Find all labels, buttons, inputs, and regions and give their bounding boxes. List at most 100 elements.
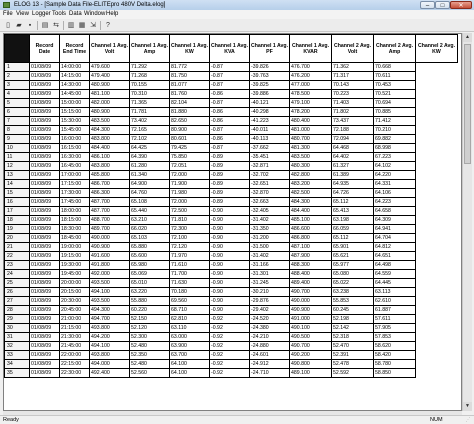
table-cell[interactable]: 70.143	[331, 80, 374, 90]
table-cell[interactable]: 72.000	[169, 197, 210, 207]
maximize-button[interactable]: □	[435, 1, 450, 9]
menu-view[interactable]: View	[16, 10, 29, 19]
table-cell[interactable]: 64.559	[373, 269, 416, 279]
table-cell[interactable]: 72.000	[169, 170, 210, 180]
table-cell[interactable]: 17:30:00	[59, 188, 90, 198]
table-cell[interactable]: -0.92	[209, 368, 250, 378]
table-cell[interactable]: 64.100	[169, 368, 210, 378]
table-cell[interactable]: 483.500	[89, 116, 130, 126]
table-cell[interactable]: 64.498	[373, 260, 416, 270]
graph-icon[interactable]: ▥	[66, 21, 76, 30]
column-header[interactable]: Channel 1 Avg. KVAR	[289, 34, 332, 63]
table-cell[interactable]: -39.825	[249, 80, 290, 90]
table-cell[interactable]: 489.700	[89, 224, 130, 234]
table-cell[interactable]: -0.86	[209, 89, 250, 99]
row-header[interactable]: 30	[4, 323, 30, 333]
table-cell[interactable]: 492.000	[89, 269, 130, 279]
table-cell[interactable]: 481.000	[289, 125, 332, 135]
table-cell[interactable]: 81.760	[169, 89, 210, 99]
table-cell[interactable]: 71.412	[373, 116, 416, 126]
row-header[interactable]: 26	[4, 287, 30, 297]
table-cell[interactable]: 65.022	[331, 278, 374, 288]
table-cell[interactable]: 01/08/09	[29, 341, 60, 351]
table-cell[interactable]: 01/08/09	[29, 215, 60, 225]
table-cell[interactable]: -0.86	[209, 134, 250, 144]
row-header[interactable]: 17	[4, 206, 30, 216]
table-cell[interactable]: 81.880	[169, 107, 210, 117]
table-cell[interactable]: 01/08/09	[29, 224, 60, 234]
row-header[interactable]: 12	[4, 161, 30, 171]
table-cell[interactable]: 493.800	[89, 350, 130, 360]
table-cell[interactable]: 64.425	[129, 143, 170, 153]
table-cell[interactable]: 64.651	[373, 251, 416, 261]
column-header[interactable]: Channel 1 Avg. Volt	[89, 34, 130, 63]
table-cell[interactable]: 17:15:00	[59, 179, 90, 189]
row-header[interactable]: 7	[4, 116, 30, 126]
table-cell[interactable]: -24.520	[249, 314, 290, 324]
row-header[interactable]: 23	[4, 260, 30, 270]
table-row[interactable]: 30 01/08/09 21:15:00 493.800 52.120 63.110 -0.…	[4, 323, 458, 333]
table-cell[interactable]: 15:45:00	[59, 125, 90, 135]
resize-grip-icon[interactable]: ⋰	[464, 417, 472, 424]
table-cell[interactable]: -0.90	[209, 206, 250, 216]
title-bar[interactable]: ELOG 13 - [Sample Data File-ELITEpro 480…	[0, 0, 474, 10]
table-cell[interactable]: 70.885	[373, 107, 416, 117]
table-cell[interactable]: 01/08/09	[29, 323, 60, 333]
table-cell[interactable]: -0.90	[209, 269, 250, 279]
table-cell[interactable]: -0.90	[209, 287, 250, 297]
table-cell[interactable]: 66.020	[129, 224, 170, 234]
table-cell[interactable]: -0.89	[209, 197, 250, 207]
table-row[interactable]: 18 01/08/09 18:15:00 488.700 63.210 71.810 -0.…	[4, 215, 458, 225]
table-cell[interactable]: 52.560	[129, 368, 170, 378]
table-cell[interactable]: 70.453	[373, 80, 416, 90]
table-cell[interactable]: 477.000	[289, 80, 332, 90]
table-cell[interactable]: 01/08/09	[29, 305, 60, 315]
table-row[interactable]: 11 01/08/09 16:30:00 486.100 64.390 75.850 -0.…	[4, 152, 458, 162]
table-cell[interactable]: 52.300	[129, 332, 170, 342]
new-file-icon[interactable]: ▯	[3, 21, 13, 30]
table-cell[interactable]: 490.000	[89, 233, 130, 243]
table-cell[interactable]: 487.700	[89, 206, 130, 216]
table-cell[interactable]: 71.970	[169, 251, 210, 261]
table-row[interactable]: 35 01/08/09 22:30:00 492.400 52.560 64.100 -0.…	[4, 368, 458, 378]
table-cell[interactable]: 01/08/09	[29, 251, 60, 261]
table-cell[interactable]: 15:30:00	[59, 116, 90, 126]
table-cell[interactable]: 486.800	[289, 233, 332, 243]
table-cell[interactable]: 01/08/09	[29, 143, 60, 153]
table-cell[interactable]: 494.100	[89, 341, 130, 351]
table-cell[interactable]: 70.668	[373, 62, 416, 72]
table-cell[interactable]: 22:00:00	[59, 350, 90, 360]
table-row[interactable]: 25 01/08/09 20:00:00 493.500 65.010 71.630 -0.…	[4, 278, 458, 288]
table-cell[interactable]: 494.100	[89, 287, 130, 297]
table-cell[interactable]: -0.89	[209, 179, 250, 189]
row-header[interactable]: 3	[4, 80, 30, 90]
table-cell[interactable]: 486.700	[89, 179, 130, 189]
table-cell[interactable]: 52.150	[129, 314, 170, 324]
table-cell[interactable]: 70.611	[373, 71, 416, 81]
table-cell[interactable]: -0.90	[209, 215, 250, 225]
table-cell[interactable]: 81.772	[169, 62, 210, 72]
table-cell[interactable]: 493.500	[89, 278, 130, 288]
row-header[interactable]: 18	[4, 215, 30, 225]
table-cell[interactable]: 01/08/09	[29, 260, 60, 270]
table-cell[interactable]: 487.900	[289, 251, 332, 261]
table-row[interactable]: 17 01/08/09 18:00:00 487.700 65.440 72.500 -0.…	[4, 206, 458, 216]
table-cell[interactable]: 52.592	[331, 368, 374, 378]
scroll-up-icon[interactable]: ▲	[463, 33, 472, 42]
table-cell[interactable]: 01/08/09	[29, 134, 60, 144]
table-cell[interactable]: 485.800	[89, 170, 130, 180]
table-cell[interactable]: -35.451	[249, 152, 290, 162]
row-header[interactable]: 11	[4, 152, 30, 162]
table-cell[interactable]: -0.89	[209, 152, 250, 162]
table-cell[interactable]: 70.180	[169, 287, 210, 297]
table-cell[interactable]: 63.700	[169, 350, 210, 360]
table-cell[interactable]: 63.220	[129, 287, 170, 297]
table-cell[interactable]: -32.663	[249, 197, 290, 207]
table-row[interactable]: 14 01/08/09 17:15:00 486.700 64.900 71.900 -0.…	[4, 179, 458, 189]
table-cell[interactable]: 483.200	[289, 179, 332, 189]
table-cell[interactable]: 52.120	[129, 323, 170, 333]
table-cell[interactable]: 66.059	[331, 224, 374, 234]
table-cell[interactable]: 491.800	[89, 260, 130, 270]
table-cell[interactable]: 70.223	[331, 89, 374, 99]
table-cell[interactable]: 14:15:00	[59, 71, 90, 81]
